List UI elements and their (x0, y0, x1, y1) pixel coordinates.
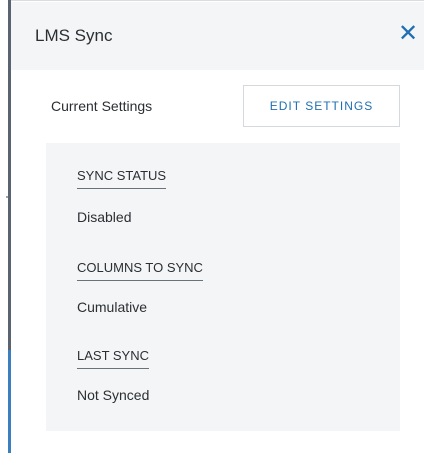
sync-status-value: Disabled (77, 209, 132, 225)
last-sync-value: Not Synced (77, 387, 150, 403)
background-window-edge (0, 0, 11, 453)
current-settings-label: Current Settings (51, 98, 153, 114)
dialog-header: LMS Sync ✕ (11, 2, 424, 70)
page: LMS Sync ✕ Current Settings EDIT SETTING… (0, 0, 424, 453)
dialog-title: LMS Sync (35, 26, 113, 45)
columns-to-sync-value: Cumulative (77, 299, 148, 315)
last-sync-label: LAST SYNC (77, 348, 150, 369)
current-settings-row: Current Settings EDIT SETTINGS (11, 70, 424, 142)
edit-settings-button[interactable]: EDIT SETTINGS (243, 85, 400, 127)
edge-dot (6, 196, 8, 198)
sync-status-label: SYNC STATUS (77, 168, 167, 189)
lms-sync-dialog: LMS Sync ✕ Current Settings EDIT SETTING… (11, 0, 424, 453)
close-icon[interactable]: ✕ (398, 22, 418, 46)
columns-to-sync-label: COLUMNS TO SYNC (77, 260, 203, 281)
settings-info-box: SYNC STATUS Disabled COLUMNS TO SYNC Cum… (46, 143, 400, 431)
